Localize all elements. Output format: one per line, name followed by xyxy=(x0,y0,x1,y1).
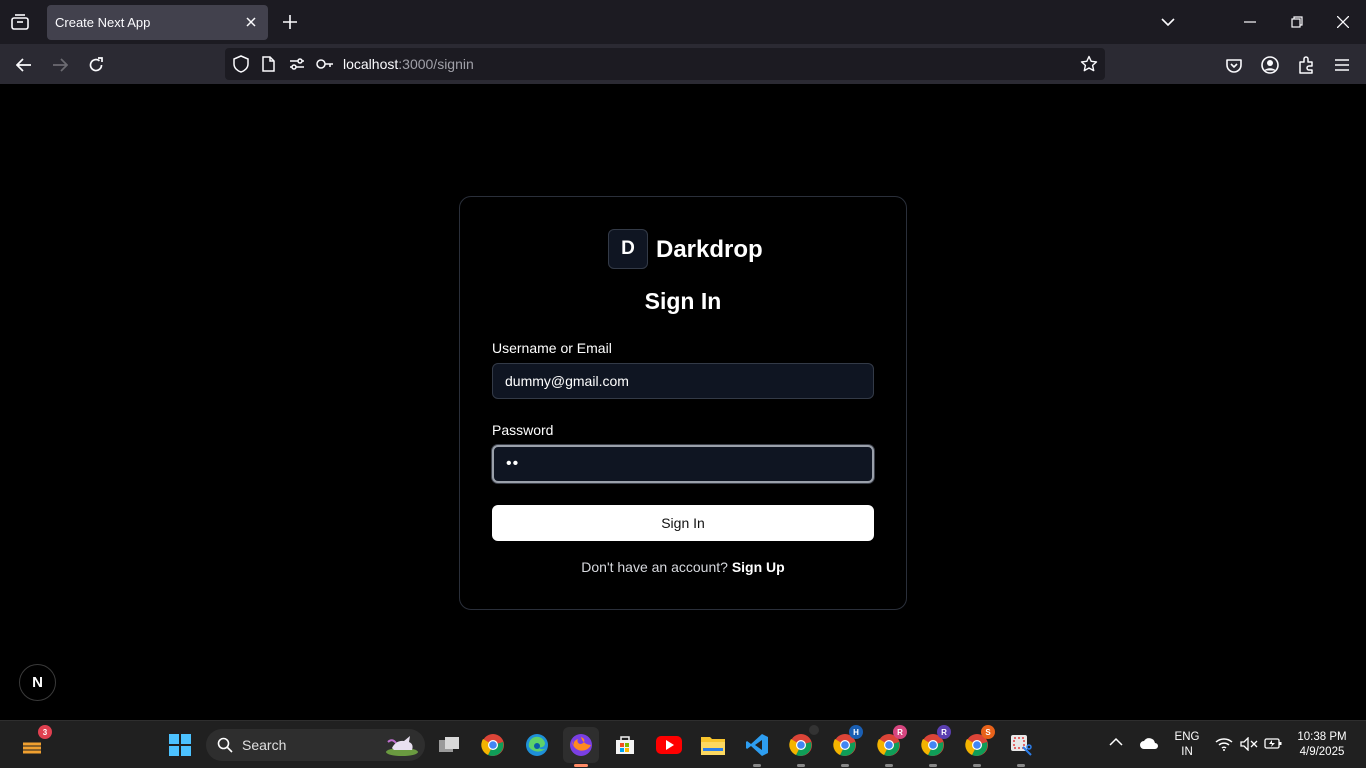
taskbar-search[interactable]: Search xyxy=(206,729,425,761)
chrome-icon[interactable] xyxy=(475,727,511,763)
open-app-indicator xyxy=(929,764,937,767)
open-app-indicator xyxy=(1017,764,1025,767)
file-explorer-icon[interactable] xyxy=(695,727,731,763)
chrome-profile-h-icon[interactable]: H xyxy=(827,725,863,767)
chrome-profile-s-icon[interactable]: S xyxy=(959,725,995,767)
clock[interactable]: 10:38 PM 4/9/2025 xyxy=(1290,730,1354,760)
snipping-tool-icon[interactable] xyxy=(1003,727,1039,767)
signin-card: D Darkdrop Sign In Username or Email dum… xyxy=(459,196,907,610)
clock-date: 4/9/2025 xyxy=(1299,746,1345,758)
brand-name: Darkdrop xyxy=(656,236,763,263)
volume-muted-icon[interactable] xyxy=(1240,737,1258,751)
forward-icon[interactable] xyxy=(47,52,73,78)
open-app-indicator xyxy=(885,764,893,767)
signin-button[interactable]: Sign In xyxy=(492,505,874,541)
firefox-icon[interactable] xyxy=(563,727,599,767)
tab-list-icon[interactable] xyxy=(8,10,32,34)
tab-create-next-app[interactable]: Create Next App xyxy=(47,5,268,40)
language-indicator[interactable]: ENG IN xyxy=(1170,730,1204,760)
open-app-indicator xyxy=(841,764,849,767)
permissions-icon[interactable] xyxy=(289,58,305,70)
bookmark-star-icon[interactable] xyxy=(1080,55,1098,73)
edge-icon[interactable] xyxy=(519,727,555,763)
key-icon[interactable] xyxy=(316,59,334,69)
minimize-icon[interactable] xyxy=(1236,8,1264,36)
menu-icon[interactable] xyxy=(1329,52,1355,78)
url-text[interactable]: localhost:3000/signin xyxy=(343,56,474,72)
show-hidden-icons-chevron-icon[interactable] xyxy=(1109,737,1123,747)
back-icon[interactable] xyxy=(11,52,37,78)
chrome-profile-r-icon[interactable]: R xyxy=(871,725,907,767)
signup-prompt-text: Don't have an account? xyxy=(581,559,732,575)
onedrive-icon[interactable] xyxy=(1139,736,1159,750)
restore-icon[interactable] xyxy=(1283,8,1311,36)
open-app-indicator xyxy=(797,764,805,767)
chrome-profile-s-badge: S xyxy=(981,725,995,739)
signup-prompt: Don't have an account? Sign Up xyxy=(460,559,906,575)
clock-time: 10:38 PM xyxy=(1297,731,1347,743)
chrome-profile-r2-badge: R xyxy=(937,725,951,739)
start-icon[interactable] xyxy=(162,727,198,763)
username-input[interactable]: dummy@gmail.com xyxy=(492,363,874,399)
search-highlight-unicorn-icon xyxy=(382,732,422,758)
active-app-indicator xyxy=(574,764,588,767)
close-tab-icon[interactable] xyxy=(242,13,260,31)
reload-icon[interactable] xyxy=(83,52,109,78)
close-window-icon[interactable] xyxy=(1329,8,1357,36)
nextjs-dev-indicator[interactable]: N xyxy=(19,664,56,701)
password-label: Password xyxy=(492,422,554,438)
url-host: localhost xyxy=(343,56,399,72)
widgets-badge: 3 xyxy=(38,725,52,739)
microsoft-store-icon[interactable] xyxy=(607,727,643,763)
battery-charging-icon[interactable] xyxy=(1264,737,1282,750)
wifi-icon[interactable] xyxy=(1215,737,1233,751)
language-region: IN xyxy=(1181,746,1193,758)
signup-link[interactable]: Sign Up xyxy=(732,559,785,575)
language-code: ENG xyxy=(1174,731,1200,743)
chrome-profile-h-badge: H xyxy=(849,725,863,739)
vscode-icon[interactable] xyxy=(739,727,775,767)
chrome-profile-1-badge xyxy=(809,725,819,735)
open-app-indicator xyxy=(973,764,981,767)
page-viewport: D Darkdrop Sign In Username or Email dum… xyxy=(0,84,1366,720)
tab-title: Create Next App xyxy=(55,15,151,30)
widgets-icon[interactable]: 3 xyxy=(14,725,52,763)
chrome-profile-r2-icon[interactable]: R xyxy=(915,725,951,767)
new-tab-icon[interactable] xyxy=(279,11,301,33)
page-info-icon[interactable] xyxy=(262,56,275,72)
account-icon[interactable] xyxy=(1257,52,1283,78)
address-bar[interactable]: localhost:3000/signin xyxy=(225,48,1105,80)
browser-tab-strip: Create Next App xyxy=(0,0,1366,44)
page-title: Sign In xyxy=(644,288,722,314)
extensions-icon[interactable] xyxy=(1293,52,1319,78)
logo-icon: D xyxy=(608,229,648,269)
chrome-profile-r-badge: R xyxy=(893,725,907,739)
shield-icon[interactable] xyxy=(233,55,249,73)
pocket-icon[interactable] xyxy=(1221,52,1247,78)
browser-toolbar: localhost:3000/signin xyxy=(0,44,1366,84)
task-view-icon[interactable] xyxy=(431,727,467,763)
list-all-tabs-icon[interactable] xyxy=(1154,8,1182,36)
password-input[interactable]: •• xyxy=(492,445,874,483)
youtube-icon[interactable] xyxy=(651,727,687,763)
url-path: :3000/signin xyxy=(398,56,474,72)
open-app-indicator xyxy=(753,764,761,767)
search-label: Search xyxy=(242,737,287,753)
chrome-profile-1-icon[interactable] xyxy=(783,725,819,767)
search-icon xyxy=(217,737,233,753)
username-label: Username or Email xyxy=(492,340,612,356)
windows-taskbar: 3 Search H R R S ENG IN 10:38 PM 4/9/202… xyxy=(0,720,1366,768)
